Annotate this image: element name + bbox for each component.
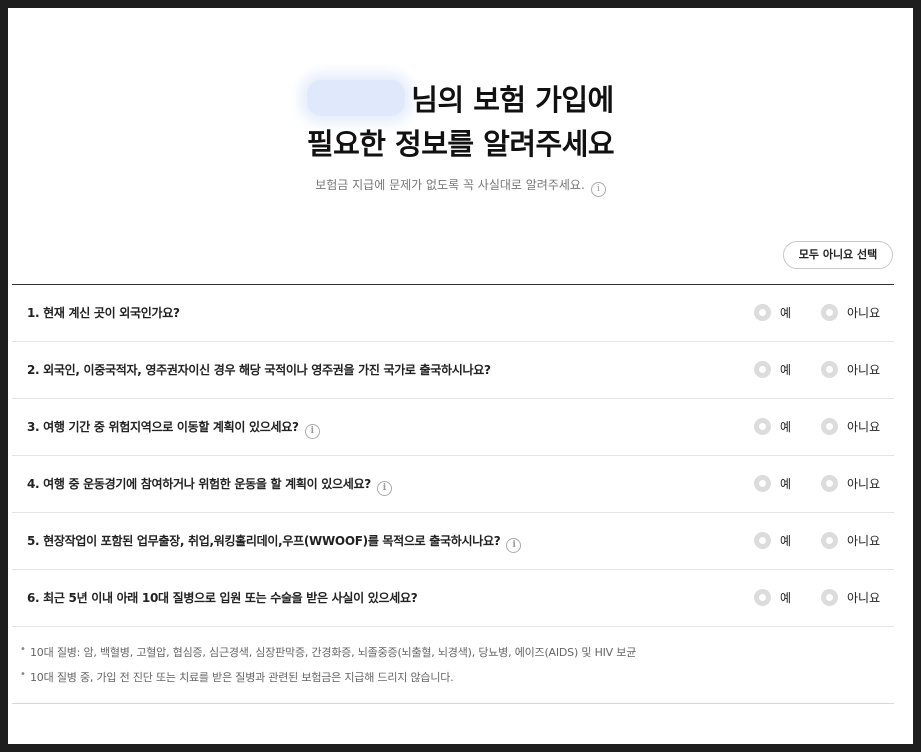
radio-icon[interactable] <box>821 589 838 606</box>
info-icon[interactable]: i <box>304 424 320 439</box>
question-list: 1. 현재 계신 곳이 외국인가요? 예 아니요 2. 외국인, 이중국적자, … <box>12 284 894 627</box>
radio-icon[interactable] <box>754 475 771 492</box>
radio-icon[interactable] <box>754 532 771 549</box>
radio-icon[interactable] <box>821 304 838 321</box>
answer-no-1[interactable]: 아니요 <box>821 304 880 322</box>
question-row-6: 6. 최근 5년 이내 아래 10대 질병으로 입원 또는 수술을 받은 사실이… <box>12 570 894 627</box>
answer-yes-label: 예 <box>780 477 792 491</box>
info-icon[interactable]: i <box>590 182 606 197</box>
title-line-1: 님의 보험 가입에 <box>8 78 913 122</box>
question-row-1: 1. 현재 계신 곳이 외국인가요? 예 아니요 <box>12 285 894 342</box>
answer-no-label: 아니요 <box>847 534 881 548</box>
subtitle-text: 보험금 지급에 문제가 없도록 꼭 사실대로 알려주세요. <box>315 178 585 192</box>
answer-yes-3[interactable]: 예 <box>754 418 791 436</box>
answer-no-label: 아니요 <box>847 306 881 320</box>
question-row-4: 4. 여행 중 운동경기에 참여하거나 위험한 운동을 할 계획이 있으세요? i… <box>12 456 894 513</box>
subtitle: 보험금 지급에 문제가 없도록 꼭 사실대로 알려주세요. i <box>8 176 913 197</box>
question-label: 5. 현장작업이 포함된 업무출장, 취업,워킹홀리데이,우프(WWOOF)를 … <box>27 534 501 548</box>
radio-icon[interactable] <box>754 589 771 606</box>
select-all-no-button[interactable]: 모두 아니요 선택 <box>783 241 893 269</box>
answer-no-2[interactable]: 아니요 <box>821 361 880 379</box>
disease-notes: 10대 질병: 암, 백혈병, 고혈압, 협심증, 심근경색, 심장판막증, 간… <box>12 624 894 704</box>
question-text: 1. 현재 계신 곳이 외국인가요? <box>27 285 180 341</box>
answer-yes-label: 예 <box>780 306 792 320</box>
answer-yes-label: 예 <box>780 591 792 605</box>
answer-no-3[interactable]: 아니요 <box>821 418 880 436</box>
answer-yes-5[interactable]: 예 <box>754 532 791 550</box>
answer-no-6[interactable]: 아니요 <box>821 589 880 607</box>
question-text: 2. 외국인, 이중국적자, 영주권자이신 경우 해당 국적이나 영주권을 가진… <box>27 342 491 398</box>
note-item: 10대 질병 중, 가입 전 진단 또는 치료를 받은 질병과 관련된 보험금은… <box>20 669 454 685</box>
question-row-2: 2. 외국인, 이중국적자, 영주권자이신 경우 해당 국적이나 영주권을 가진… <box>12 342 894 399</box>
question-label: 6. 최근 5년 이내 아래 10대 질병으로 입원 또는 수술을 받은 사실이… <box>27 591 418 605</box>
answer-yes-label: 예 <box>780 534 792 548</box>
page-title: 님의 보험 가입에 필요한 정보를 알려주세요 <box>8 78 913 166</box>
info-icon[interactable]: i <box>506 538 522 553</box>
title-line-1-text: 님의 보험 가입에 <box>411 83 614 117</box>
radio-icon[interactable] <box>821 418 838 435</box>
answer-yes-label: 예 <box>780 420 792 434</box>
answer-yes-6[interactable]: 예 <box>754 589 791 607</box>
user-name-blurred <box>307 80 406 116</box>
question-label: 1. 현재 계신 곳이 외국인가요? <box>27 306 180 320</box>
question-text: 4. 여행 중 운동경기에 참여하거나 위험한 운동을 할 계획이 있으세요? i <box>27 456 392 512</box>
insurance-info-panel: 님의 보험 가입에 필요한 정보를 알려주세요 보험금 지급에 문제가 없도록 … <box>8 8 913 744</box>
radio-icon[interactable] <box>821 532 838 549</box>
question-text: 6. 최근 5년 이내 아래 10대 질병으로 입원 또는 수술을 받은 사실이… <box>27 570 418 626</box>
radio-icon[interactable] <box>754 361 771 378</box>
answer-no-5[interactable]: 아니요 <box>821 532 880 550</box>
answer-yes-label: 예 <box>780 363 792 377</box>
answer-yes-4[interactable]: 예 <box>754 475 791 493</box>
answer-no-label: 아니요 <box>847 363 881 377</box>
question-row-3: 3. 여행 기간 중 위험지역으로 이동할 계획이 있으세요? i 예 아니요 <box>12 399 894 456</box>
answer-no-label: 아니요 <box>847 477 881 491</box>
question-text: 3. 여행 기간 중 위험지역으로 이동할 계획이 있으세요? i <box>27 399 320 455</box>
question-label: 2. 외국인, 이중국적자, 영주권자이신 경우 해당 국적이나 영주권을 가진… <box>27 363 491 377</box>
radio-icon[interactable] <box>821 475 838 492</box>
answer-yes-1[interactable]: 예 <box>754 304 791 322</box>
answer-no-4[interactable]: 아니요 <box>821 475 880 493</box>
question-row-5: 5. 현장작업이 포함된 업무출장, 취업,워킹홀리데이,우프(WWOOF)를 … <box>12 513 894 570</box>
note-item: 10대 질병: 암, 백혈병, 고혈압, 협심증, 심근경색, 심장판막증, 간… <box>20 644 636 660</box>
question-text: 5. 현장작업이 포함된 업무출장, 취업,워킹홀리데이,우프(WWOOF)를 … <box>27 513 522 569</box>
title-line-2: 필요한 정보를 알려주세요 <box>306 127 615 161</box>
answer-no-label: 아니요 <box>847 420 881 434</box>
answer-no-label: 아니요 <box>847 591 881 605</box>
answer-yes-2[interactable]: 예 <box>754 361 791 379</box>
radio-icon[interactable] <box>821 361 838 378</box>
radio-icon[interactable] <box>754 418 771 435</box>
question-label: 4. 여행 중 운동경기에 참여하거나 위험한 운동을 할 계획이 있으세요? <box>27 477 371 491</box>
question-label: 3. 여행 기간 중 위험지역으로 이동할 계획이 있으세요? <box>27 420 299 434</box>
info-icon[interactable]: i <box>376 481 392 496</box>
radio-icon[interactable] <box>754 304 771 321</box>
